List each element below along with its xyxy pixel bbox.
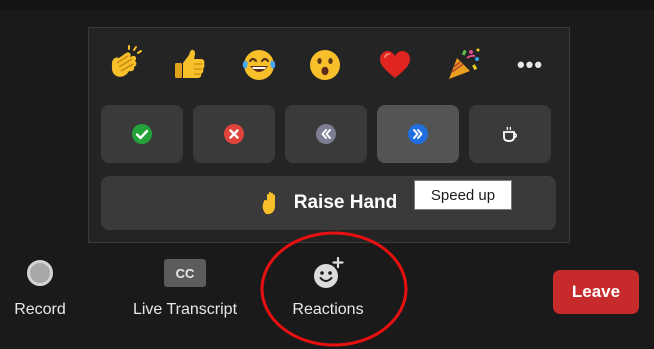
live-transcript-label: Live Transcript bbox=[132, 301, 238, 318]
add-reaction-icon bbox=[314, 256, 344, 288]
record-button[interactable]: Record bbox=[6, 255, 74, 319]
yes-status-button[interactable] bbox=[101, 105, 183, 163]
clapping-hands-emoji-button[interactable] bbox=[102, 42, 146, 86]
tears-of-joy-emoji-button[interactable] bbox=[237, 42, 281, 86]
speed-up-status-button[interactable] bbox=[377, 105, 459, 163]
raised-hand-icon bbox=[260, 190, 284, 216]
leave-button[interactable]: Leave bbox=[553, 270, 639, 314]
coffee-status-button[interactable] bbox=[469, 105, 551, 163]
thumbs-up-emoji-button[interactable] bbox=[167, 42, 211, 86]
raise-hand-label: Raise Hand bbox=[293, 192, 398, 213]
record-label: Record bbox=[14, 301, 66, 318]
rewind-icon bbox=[316, 124, 336, 144]
reactions-button[interactable]: Reactions bbox=[280, 255, 376, 319]
more-reactions-button[interactable]: ••• bbox=[510, 50, 550, 80]
reactions-label: Reactions bbox=[292, 301, 364, 318]
live-transcript-button[interactable]: CC Live Transcript bbox=[116, 255, 254, 319]
closed-caption-icon: CC bbox=[164, 259, 206, 287]
top-bar-strip bbox=[0, 0, 654, 10]
record-icon bbox=[27, 260, 53, 286]
tears-of-joy-icon bbox=[242, 50, 276, 80]
coffee-icon bbox=[503, 126, 518, 142]
speed-up-tooltip: Speed up bbox=[414, 180, 512, 210]
party-popper-emoji-button[interactable] bbox=[441, 42, 485, 86]
thumbs-up-icon bbox=[175, 49, 205, 78]
slow-down-status-button[interactable] bbox=[285, 105, 367, 163]
red-heart-emoji-button[interactable] bbox=[373, 42, 417, 86]
clapping-hands-icon bbox=[111, 45, 142, 77]
fast-forward-icon bbox=[408, 124, 428, 144]
no-status-button[interactable] bbox=[193, 105, 275, 163]
open-mouth-face-icon bbox=[310, 50, 340, 80]
party-popper-icon bbox=[449, 48, 480, 79]
x-icon bbox=[224, 124, 244, 144]
red-heart-icon bbox=[380, 51, 410, 78]
open-mouth-emoji-button[interactable] bbox=[303, 42, 347, 86]
check-icon bbox=[132, 124, 152, 144]
